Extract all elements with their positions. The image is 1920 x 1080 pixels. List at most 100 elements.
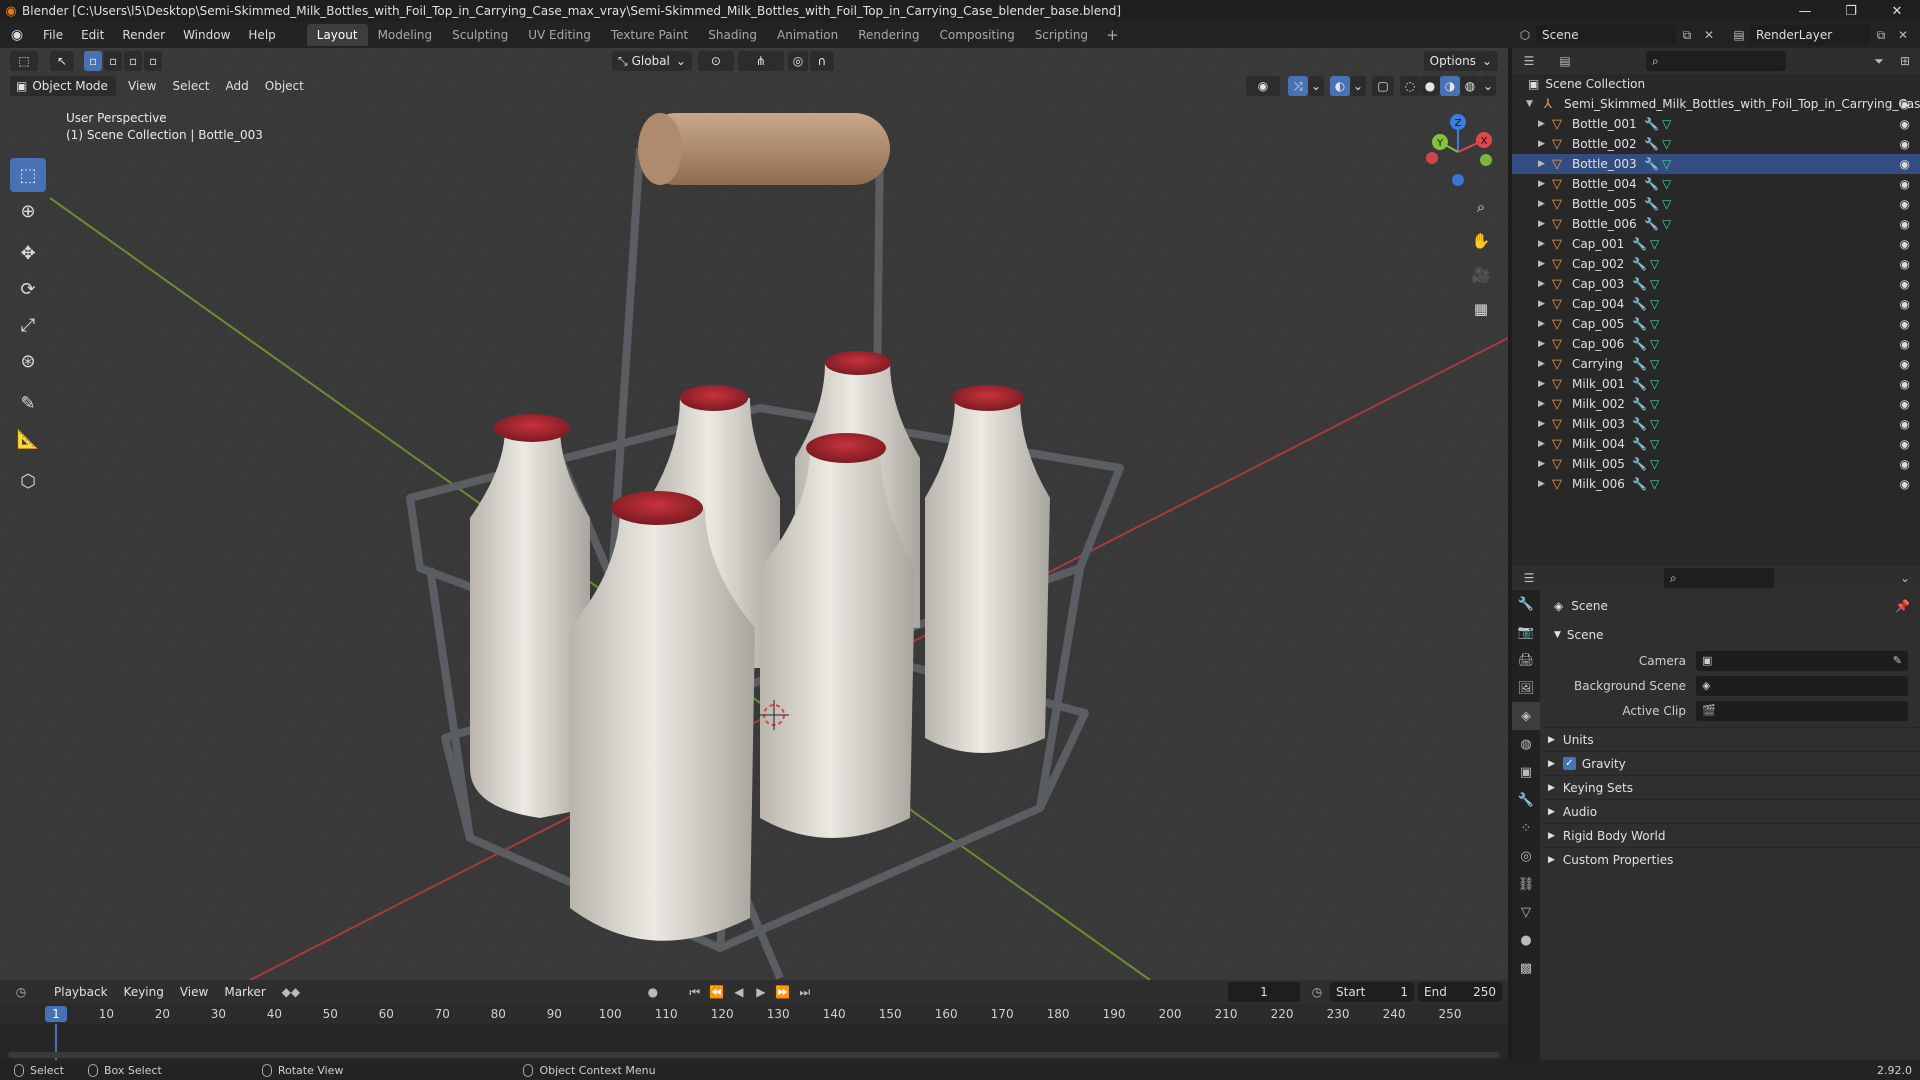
camera-field[interactable]: ▣ ✎: [1696, 650, 1908, 671]
expand-arrow-icon[interactable]: ▶: [1538, 439, 1545, 449]
eye-icon[interactable]: ◉: [1900, 357, 1910, 371]
material-shading-icon[interactable]: ◑: [1440, 76, 1460, 96]
select-mode-new-icon[interactable]: ▫: [84, 51, 102, 71]
properties-search-input[interactable]: ⌕: [1664, 568, 1774, 588]
outliner-row[interactable]: ▶ ▽ Cap_003 🔧 ▽ ◉: [1512, 274, 1920, 294]
outliner-row[interactable]: ▶ ▽ Bottle_003 🔧 ▽ ◉: [1512, 154, 1920, 174]
constraints-tab-icon[interactable]: ⛓: [1512, 870, 1540, 898]
snapping-icon[interactable]: ⋔: [737, 51, 784, 71]
mesh-data-icon[interactable]: ▽: [1650, 417, 1659, 431]
expand-arrow-icon[interactable]: ▶: [1538, 419, 1545, 429]
navigation-gizmo[interactable]: Z X Y: [1420, 114, 1496, 190]
eye-icon[interactable]: ◉: [1900, 177, 1910, 191]
timeline-menu-view[interactable]: View: [172, 985, 216, 999]
eye-icon[interactable]: ◉: [1900, 137, 1910, 151]
gizmo-toggle-icon[interactable]: ⤨: [1288, 76, 1308, 96]
gravity-panel[interactable]: ▶ ✓ Gravity: [1540, 751, 1920, 775]
editor-type-icon[interactable]: ☰: [1518, 568, 1540, 588]
modifier-icon[interactable]: 🔧: [1644, 137, 1659, 151]
modifier-icon[interactable]: 🔧: [1644, 197, 1659, 211]
jump-start-icon[interactable]: ⏮: [684, 982, 706, 1002]
menu-window[interactable]: Window: [174, 22, 239, 48]
rotate-tool-icon[interactable]: ⟳: [10, 272, 46, 306]
add-workspace-icon[interactable]: +: [1098, 26, 1127, 44]
eye-icon[interactable]: ◉: [1900, 477, 1910, 491]
chevron-down-icon[interactable]: ⌄: [1308, 76, 1324, 96]
expand-arrow-icon[interactable]: ▶: [1538, 339, 1545, 349]
eye-icon[interactable]: ◉: [1900, 337, 1910, 351]
wireframe-shading-icon[interactable]: ◌: [1400, 76, 1420, 96]
display-mode-icon[interactable]: ▤: [1554, 51, 1576, 71]
rendered-shading-icon[interactable]: ◍: [1460, 76, 1480, 96]
scene-panel-header[interactable]: ▼ Scene: [1546, 622, 1914, 648]
preview-range-icon[interactable]: ◷: [1306, 982, 1328, 1002]
cursor-tool-icon[interactable]: ⊕: [10, 194, 46, 228]
camera-view-icon[interactable]: 🎥: [1466, 260, 1496, 290]
modifier-icon[interactable]: 🔧: [1632, 237, 1647, 251]
eye-icon[interactable]: ◉: [1900, 217, 1910, 231]
scene-new-icon[interactable]: ⧉: [1676, 25, 1698, 45]
modifier-icon[interactable]: 🔧: [1632, 457, 1647, 471]
tab-modeling[interactable]: Modeling: [368, 24, 443, 46]
pivot-point-icon[interactable]: ⊙: [697, 51, 734, 71]
add-cube-tool-icon[interactable]: ⬡: [10, 464, 46, 498]
close-icon[interactable]: ✕: [1874, 0, 1920, 22]
tab-sculpting[interactable]: Sculpting: [442, 24, 518, 46]
viewport-menu-object[interactable]: Object: [257, 79, 312, 93]
prev-keyframe-icon[interactable]: ⏪: [706, 982, 728, 1002]
mesh-data-icon[interactable]: ▽: [1662, 177, 1671, 191]
menu-render[interactable]: Render: [113, 22, 174, 48]
expand-arrow-icon[interactable]: ▶: [1538, 379, 1545, 389]
outliner-row[interactable]: ▶ ▽ Milk_005 🔧 ▽ ◉: [1512, 454, 1920, 474]
rigid-body-world-panel[interactable]: ▶ Rigid Body World: [1540, 823, 1920, 847]
eye-icon[interactable]: ◉: [1900, 377, 1910, 391]
tab-texture-paint[interactable]: Texture Paint: [601, 24, 698, 46]
falloff-icon[interactable]: ∩: [809, 51, 834, 71]
expand-arrow-icon[interactable]: ▶: [1538, 159, 1545, 169]
modifier-icon[interactable]: 🔧: [1644, 117, 1659, 131]
eye-icon[interactable]: ◉: [1900, 197, 1910, 211]
scene-tab-icon[interactable]: ◈: [1512, 702, 1540, 730]
end-frame-field[interactable]: End 250: [1418, 982, 1502, 1002]
chevron-down-icon[interactable]: ⌄: [1350, 76, 1366, 96]
current-frame-field[interactable]: 1: [1228, 982, 1300, 1002]
mesh-data-icon[interactable]: ▽: [1650, 437, 1659, 451]
expand-arrow-icon[interactable]: ▶: [1538, 259, 1545, 269]
expand-arrow-icon[interactable]: ▶: [1538, 199, 1545, 209]
audio-panel[interactable]: ▶ Audio: [1540, 799, 1920, 823]
expand-arrow-icon[interactable]: ▶: [1538, 399, 1545, 409]
expand-arrow-icon[interactable]: ▶: [1538, 279, 1545, 289]
outliner-row[interactable]: ▶ ▽ Bottle_006 🔧 ▽ ◉: [1512, 214, 1920, 234]
jump-end-icon[interactable]: ⏭: [794, 982, 816, 1002]
modifier-icon[interactable]: 🔧: [1644, 157, 1659, 171]
outliner-search-input[interactable]: ⌕: [1646, 51, 1786, 71]
tab-scripting[interactable]: Scripting: [1025, 24, 1098, 46]
timeline-menu-playback[interactable]: Playback: [46, 985, 116, 999]
tab-compositing[interactable]: Compositing: [929, 24, 1024, 46]
mesh-data-icon[interactable]: ▽: [1650, 357, 1659, 371]
render-tab-icon[interactable]: 📷: [1512, 618, 1540, 646]
eye-icon[interactable]: ◉: [1900, 97, 1910, 111]
record-icon[interactable]: ●: [642, 982, 664, 1002]
view-layer-delete-icon[interactable]: ✕: [1892, 25, 1914, 45]
expand-arrow-icon[interactable]: ▶: [1538, 119, 1545, 129]
select-mode-extend-icon[interactable]: ▫: [104, 51, 122, 71]
editor-type-icon[interactable]: ◷: [10, 982, 32, 1002]
outliner-row[interactable]: ▶ ▽ Milk_002 🔧 ▽ ◉: [1512, 394, 1920, 414]
modifier-icon[interactable]: 🔧: [1644, 217, 1659, 231]
output-tab-icon[interactable]: 🖨: [1512, 646, 1540, 674]
eye-icon[interactable]: ◉: [1900, 417, 1910, 431]
play-icon[interactable]: ▶: [750, 982, 772, 1002]
next-keyframe-icon[interactable]: ⏩: [772, 982, 794, 1002]
timeline-track-area[interactable]: [0, 1024, 1508, 1060]
outliner-row[interactable]: ▶ ▽ Bottle_005 🔧 ▽ ◉: [1512, 194, 1920, 214]
texture-tab-icon[interactable]: ▩: [1512, 954, 1540, 982]
mesh-data-icon[interactable]: ▽: [1650, 477, 1659, 491]
view-layer-new-icon[interactable]: ⧉: [1870, 25, 1892, 45]
solid-shading-icon[interactable]: ●: [1420, 76, 1440, 96]
object-mode-dropdown[interactable]: ▣ Object Mode: [10, 76, 116, 96]
annotate-tool-icon[interactable]: ✎: [10, 386, 46, 420]
proportional-editing-icon[interactable]: ◎: [787, 51, 808, 71]
material-tab-icon[interactable]: ●: [1512, 926, 1540, 954]
outliner-row[interactable]: ▶ ▽ Milk_001 🔧 ▽ ◉: [1512, 374, 1920, 394]
